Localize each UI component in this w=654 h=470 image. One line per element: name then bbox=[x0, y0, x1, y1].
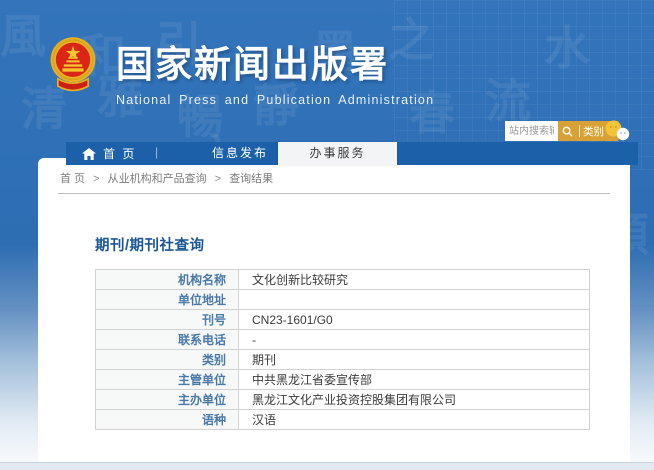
table-row: 联系电话 - bbox=[96, 330, 590, 350]
row-value: - bbox=[239, 330, 590, 350]
row-value: CN23-1601/G0 bbox=[239, 310, 590, 330]
nav-item-services-active-tab[interactable]: 办事服务 bbox=[278, 142, 397, 165]
content-panel: 首 页 > 从业机构和产品查询 > 查询结果 期刊/期刊社查询 机构名称 文化创… bbox=[38, 158, 630, 462]
nav-item-home-label: 首 页 bbox=[103, 145, 136, 162]
home-icon bbox=[82, 148, 96, 160]
row-value: 期刊 bbox=[239, 350, 590, 370]
row-label: 联系电话 bbox=[96, 330, 239, 350]
breadcrumb-separator: > bbox=[215, 173, 221, 185]
search-input[interactable] bbox=[505, 121, 558, 141]
breadcrumb-separator: > bbox=[93, 173, 99, 185]
row-label: 主管单位 bbox=[96, 370, 239, 390]
row-label: 主办单位 bbox=[96, 390, 239, 410]
row-label: 单位地址 bbox=[96, 290, 239, 310]
search-divider bbox=[579, 125, 580, 137]
breadcrumb-home[interactable]: 首 页 bbox=[60, 173, 85, 185]
row-label: 类别 bbox=[96, 350, 239, 370]
nav-item-information[interactable]: 信息发布 bbox=[190, 142, 290, 165]
table-row: 刊号 CN23-1601/G0 bbox=[96, 310, 590, 330]
table-row: 主办单位 黑龙江文化产业投资控股集团有限公司 bbox=[96, 390, 590, 410]
nav-separator: | bbox=[155, 145, 158, 159]
table-row: 主管单位 中共黑龙江省委宣传部 bbox=[96, 370, 590, 390]
site-subtitle: National Press and Publication Administr… bbox=[116, 93, 434, 107]
periodical-info-table: 机构名称 文化创新比较研究 单位地址 刊号 CN23-1601/G0 联系电话 … bbox=[95, 269, 590, 430]
category-dropdown-label[interactable]: 类别 bbox=[583, 124, 604, 139]
breadcrumb-query[interactable]: 从业机构和产品查询 bbox=[108, 173, 207, 185]
search-button[interactable] bbox=[562, 126, 576, 137]
site-search-bar: 类别 bbox=[505, 121, 619, 141]
row-value: 黑龙江文化产业投资控股集团有限公司 bbox=[239, 390, 590, 410]
row-value bbox=[239, 290, 590, 310]
table-row: 语种 汉语 bbox=[96, 410, 590, 430]
row-label: 语种 bbox=[96, 410, 239, 430]
page-title: 期刊/期刊社查询 bbox=[95, 234, 630, 255]
main-navbar: 首 页 | 信息发布 办事服务 bbox=[66, 142, 638, 165]
site-title-block: 国家新闻出版署 National Press and Publication A… bbox=[116, 34, 434, 107]
bottom-edge-strip bbox=[0, 462, 654, 470]
row-value: 中共黑龙江省委宣传部 bbox=[239, 370, 590, 390]
table-row: 类别 期刊 bbox=[96, 350, 590, 370]
nav-item-home[interactable]: 首 页 bbox=[82, 142, 136, 165]
site-title: 国家新闻出版署 bbox=[116, 34, 434, 88]
magnifier-icon bbox=[562, 126, 573, 137]
table-row: 机构名称 文化创新比较研究 bbox=[96, 270, 590, 290]
row-value: 文化创新比较研究 bbox=[239, 270, 590, 290]
table-row: 单位地址 bbox=[96, 290, 590, 310]
row-label: 刊号 bbox=[96, 310, 239, 330]
row-label: 机构名称 bbox=[96, 270, 239, 290]
national-emblem-icon bbox=[40, 26, 106, 113]
breadcrumb-current: 查询结果 bbox=[229, 173, 273, 185]
row-value: 汉语 bbox=[239, 410, 590, 430]
